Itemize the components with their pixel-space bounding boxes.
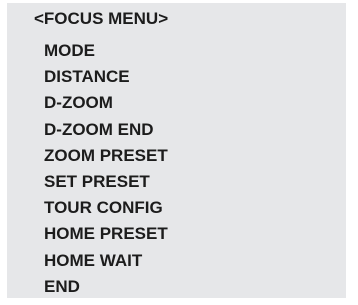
menu-title: <FOCUS MENU> <box>34 9 169 28</box>
menu-item-mode[interactable]: MODE <box>44 41 168 67</box>
menu-list: MODE DISTANCE D-ZOOM D-ZOOM END ZOOM PRE… <box>44 41 168 303</box>
menu-item-zoom-preset[interactable]: ZOOM PRESET <box>44 146 168 172</box>
menu-item-d-zoom-end[interactable]: D-ZOOM END <box>44 120 168 146</box>
menu-item-d-zoom[interactable]: D-ZOOM <box>44 93 168 119</box>
menu-item-distance[interactable]: DISTANCE <box>44 67 168 93</box>
focus-menu-panel: <FOCUS MENU> MODE DISTANCE D-ZOOM D-ZOOM… <box>7 3 346 298</box>
menu-item-tour-config[interactable]: TOUR CONFIG <box>44 198 168 224</box>
menu-item-home-preset[interactable]: HOME PRESET <box>44 224 168 250</box>
menu-item-home-wait[interactable]: HOME WAIT <box>44 251 168 277</box>
menu-item-end[interactable]: END <box>44 277 168 303</box>
menu-item-set-preset[interactable]: SET PRESET <box>44 172 168 198</box>
